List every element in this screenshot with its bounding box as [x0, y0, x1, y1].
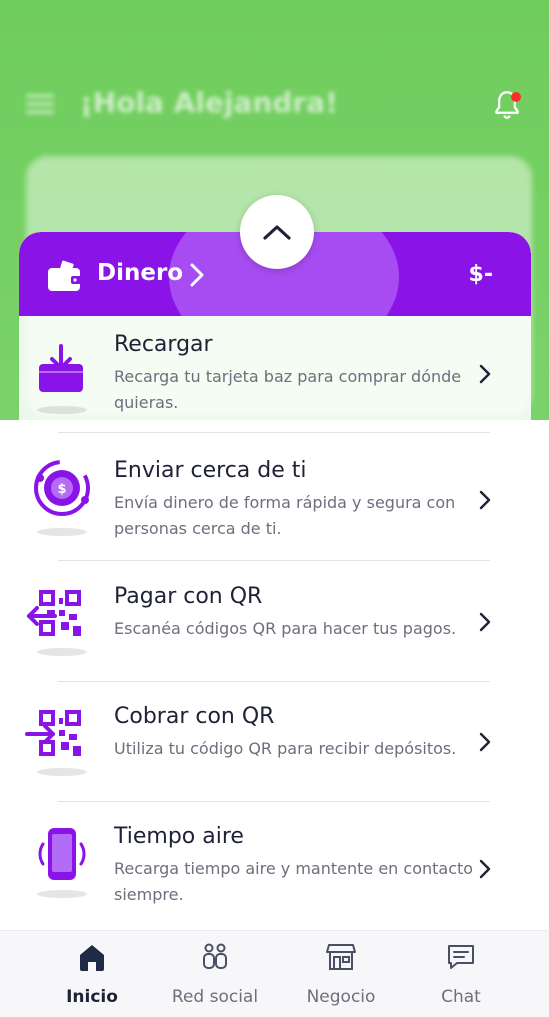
nearby-send-icon: $ — [34, 460, 90, 516]
wallet-icon — [48, 260, 82, 291]
nav-item-inicio[interactable]: Inicio — [32, 931, 152, 1017]
divider — [58, 432, 490, 433]
divider — [58, 560, 490, 561]
divider — [58, 681, 490, 682]
collapse-sheet-button[interactable] — [240, 195, 314, 269]
chevron-right-icon — [479, 732, 491, 752]
chevron-right-icon — [479, 859, 491, 879]
item-title: Tiempo aire — [114, 824, 244, 849]
item-title: Recargar — [114, 332, 213, 357]
nav-label: Negocio — [306, 987, 376, 1007]
wallet-recharge-icon — [39, 344, 83, 392]
list-item-recargar[interactable]: Recargar Recarga tu tarjeta baz para com… — [19, 320, 531, 430]
chevron-up-icon — [263, 225, 291, 240]
chevron-right-icon — [479, 490, 491, 510]
svg-text:$: $ — [57, 482, 66, 497]
divider — [58, 801, 490, 802]
nav-label: Red social — [171, 987, 259, 1007]
item-title: Cobrar con QR — [114, 704, 275, 729]
list-item-tiempo-aire[interactable]: Tiempo aire Recarga tiempo aire y manten… — [19, 812, 531, 924]
list-item-cobrar-qr[interactable]: Cobrar con QR Utiliza tu código QR para … — [19, 692, 531, 800]
chevron-right-icon — [479, 612, 491, 632]
chevron-right-icon — [479, 364, 491, 384]
home-icon — [80, 945, 104, 971]
section-title: Dinero — [97, 260, 184, 286]
item-description: Utiliza tu código QR para recibir depósi… — [114, 739, 457, 758]
item-title: Pagar con QR — [114, 584, 263, 609]
qr-charge-icon — [25, 710, 81, 756]
list-item-enviar-cerca[interactable]: $ Enviar cerca de ti Envía dinero de for… — [19, 446, 531, 560]
qr-pay-icon — [27, 590, 81, 636]
item-title: Enviar cerca de ti — [114, 458, 307, 483]
nav-item-red-social[interactable]: Red social — [155, 931, 275, 1017]
nav-label: Chat — [441, 987, 481, 1007]
greeting-text: ¡Hola Alejandra! — [80, 86, 338, 119]
item-description: Escanéa códigos QR para hacer tus pagos. — [114, 619, 457, 638]
balance-value: $- — [468, 262, 493, 287]
menu-icon — [26, 90, 54, 118]
store-icon — [326, 944, 356, 970]
people-icon — [203, 943, 227, 969]
phone-airtime-icon — [38, 828, 86, 880]
notification-dot — [511, 92, 521, 102]
item-description: Recarga tiempo aire y mantente en contac… — [114, 859, 474, 904]
nav-item-chat[interactable]: Chat — [401, 931, 521, 1017]
bottom-navigation: Inicio Red social Negocio Chat — [0, 930, 549, 1017]
list-item-pagar-qr[interactable]: Pagar con QR Escanéa códigos QR para hac… — [19, 572, 531, 680]
item-description: Envía dinero de forma rápida y segura co… — [114, 493, 456, 538]
chevron-right-icon — [190, 263, 204, 287]
nav-item-negocio[interactable]: Negocio — [281, 931, 401, 1017]
item-description: Recarga tu tarjeta baz para comprar dónd… — [114, 367, 462, 412]
chat-icon — [448, 945, 474, 969]
nav-label: Inicio — [66, 987, 118, 1007]
